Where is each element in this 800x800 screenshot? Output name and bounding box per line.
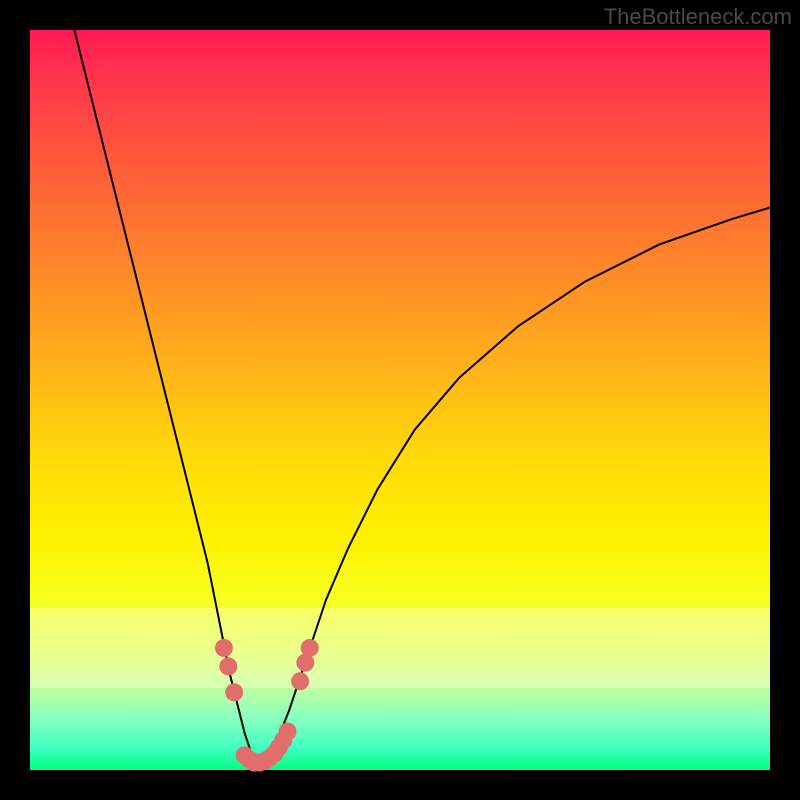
watermark-text: TheBottleneck.com (604, 4, 792, 30)
marker-dot (225, 683, 243, 701)
curve-layer (30, 30, 770, 770)
marker-dot (219, 657, 237, 675)
chart-frame: TheBottleneck.com (0, 0, 800, 800)
marker-dot (301, 639, 319, 657)
left-branch-curve (74, 30, 259, 763)
marker-dot (215, 639, 233, 657)
right-branch-curve (259, 208, 770, 763)
marker-dot (279, 723, 297, 741)
marker-group (215, 639, 319, 772)
marker-dot (291, 672, 309, 690)
